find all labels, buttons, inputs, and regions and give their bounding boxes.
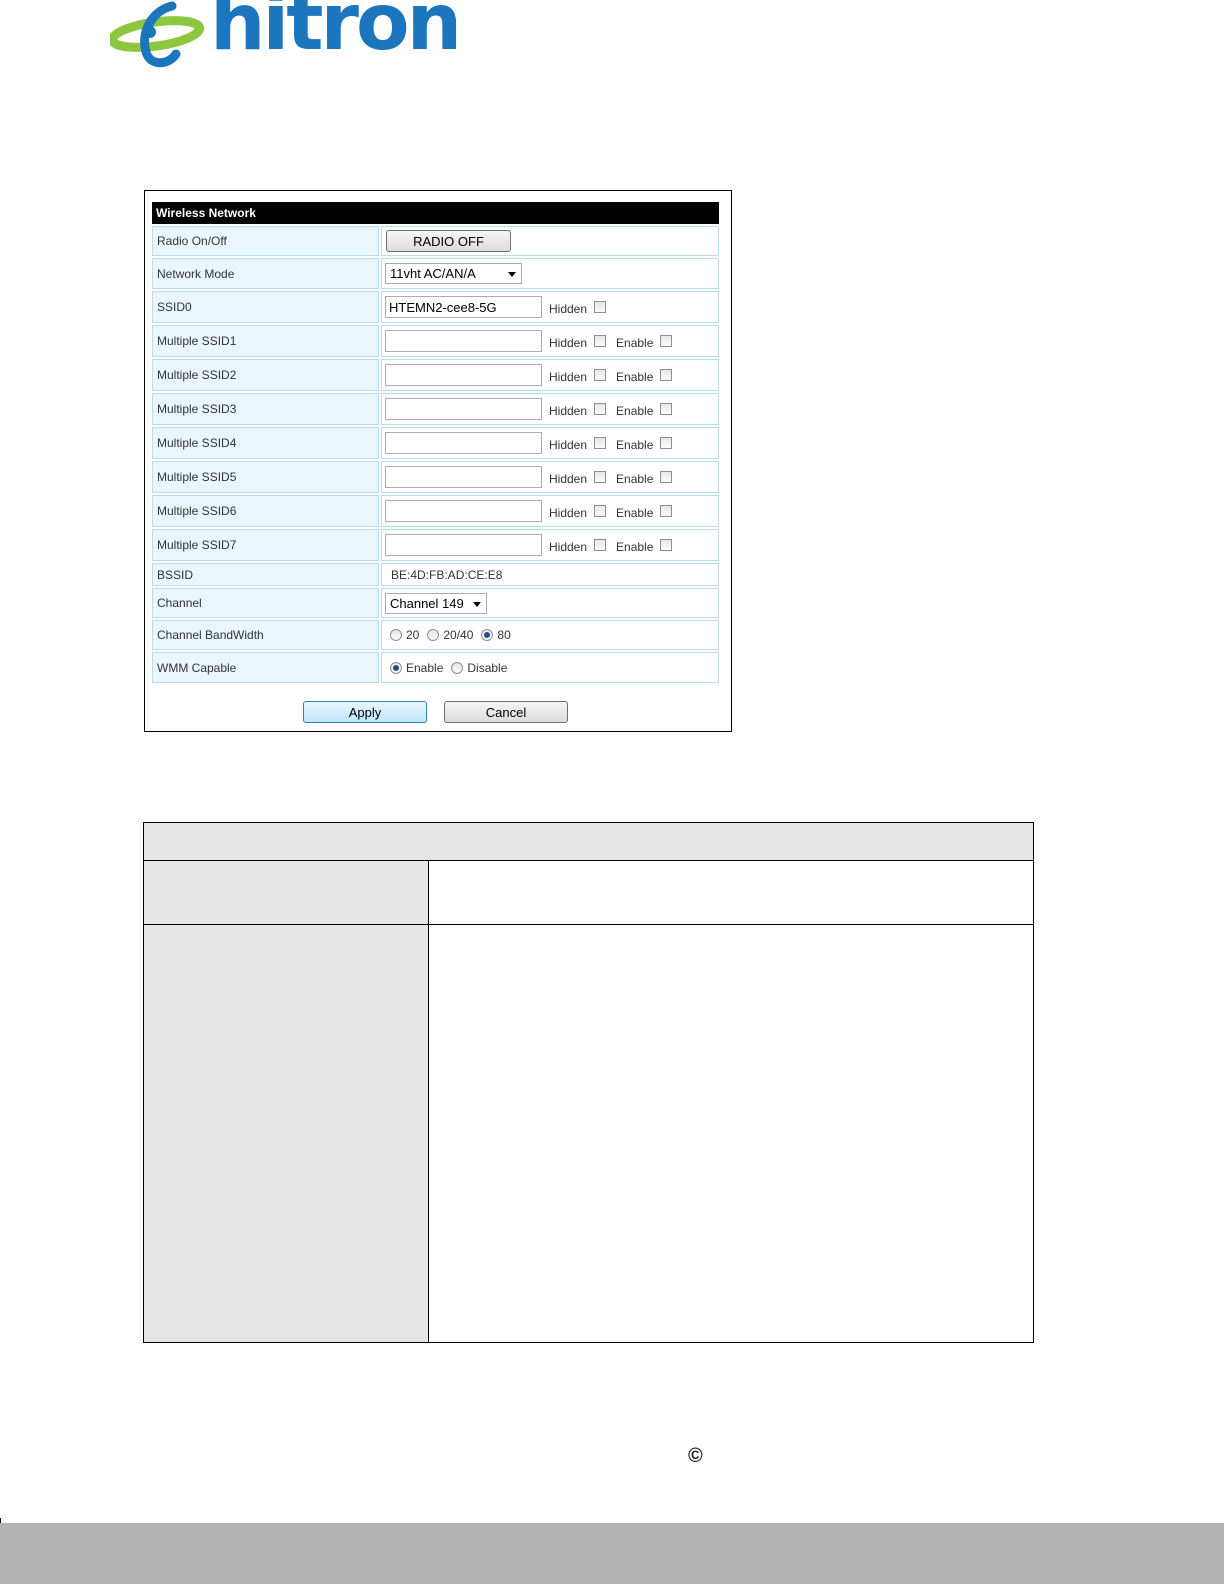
row-multiple-ssid7: Multiple SSID7 Hidden Enable <box>152 529 719 561</box>
channel-value: Channel 149 <box>390 595 464 611</box>
hitron-logo: hitron <box>110 0 462 72</box>
hidden-label: Hidden <box>549 403 588 418</box>
row-label: Multiple SSID7 <box>152 529 379 561</box>
logo-wordmark: hitron <box>210 0 462 68</box>
ssid6-enable-checkbox[interactable] <box>660 505 673 517</box>
ssid3-enable-checkbox[interactable] <box>660 403 673 415</box>
bandwidth-20-label: 20 <box>406 628 420 642</box>
enable-label: Enable <box>616 369 654 384</box>
bandwidth-80-label: 80 <box>497 628 511 642</box>
row-label: Channel BandWidth <box>152 620 379 650</box>
row-radio: Radio On/Off RADIO OFF <box>152 226 719 256</box>
ssid3-hidden-checkbox[interactable] <box>594 403 607 415</box>
bandwidth-2040-label: 20/40 <box>443 628 474 642</box>
ssid2-input[interactable] <box>385 364 542 386</box>
network-mode-value: 11vht AC/AN/A <box>390 266 476 281</box>
ssid4-enable-checkbox[interactable] <box>660 437 673 449</box>
footer-bar <box>0 1523 1224 1584</box>
ssid7-input[interactable] <box>385 534 542 556</box>
row-label: Multiple SSID6 <box>152 495 379 527</box>
bandwidth-20-radio[interactable] <box>390 629 402 641</box>
row-label: Channel <box>152 588 379 618</box>
hidden-label: Hidden <box>549 505 588 520</box>
ssid5-enable-checkbox[interactable] <box>660 471 673 483</box>
ssid0-hidden-checkbox[interactable] <box>594 301 607 313</box>
row-label: Multiple SSID4 <box>152 427 379 459</box>
ssid4-input[interactable] <box>385 432 542 454</box>
ssid4-hidden-checkbox[interactable] <box>594 437 607 449</box>
bandwidth-2040-radio[interactable] <box>427 629 440 641</box>
row-label: BSSID <box>152 563 379 586</box>
row-label: SSID0 <box>152 291 379 323</box>
chevron-down-icon <box>508 272 516 277</box>
wmm-disable-radio[interactable] <box>451 661 464 674</box>
row-network-mode: Network Mode 11vht AC/AN/A <box>152 258 719 289</box>
channel-select[interactable]: Channel 149 <box>385 592 487 614</box>
apply-button[interactable]: Apply <box>303 701 427 723</box>
ssid7-hidden-checkbox[interactable] <box>594 539 607 551</box>
enable-label: Enable <box>616 437 654 452</box>
row-multiple-ssid1: Multiple SSID1 Hidden Enable <box>152 325 719 357</box>
network-mode-select[interactable]: 11vht AC/AN/A <box>385 263 522 284</box>
hidden-label: Hidden <box>549 335 588 350</box>
ssid3-input[interactable] <box>385 398 542 420</box>
ssid2-hidden-checkbox[interactable] <box>594 369 607 381</box>
row-channel-bandwidth: Channel BandWidth 20 20/40 80 <box>152 620 719 650</box>
wireless-network-screenshot: Wireless Network Radio On/Off RADIO OFF … <box>144 190 732 732</box>
ssid6-hidden-checkbox[interactable] <box>594 505 607 517</box>
row-multiple-ssid4: Multiple SSID4 Hidden Enable <box>152 427 719 459</box>
row-label: WMM Capable <box>152 652 379 683</box>
row-label: Network Mode <box>152 258 379 289</box>
wmm-disable-label: Disable <box>467 660 508 675</box>
chevron-down-icon <box>473 601 481 607</box>
bandwidth-80-radio[interactable] <box>481 629 494 641</box>
ssid1-hidden-checkbox[interactable] <box>594 335 607 347</box>
panel-title: Wireless Network <box>152 202 719 224</box>
row-label: Multiple SSID2 <box>152 359 379 391</box>
cancel-button[interactable]: Cancel <box>444 701 568 723</box>
ssid5-hidden-checkbox[interactable] <box>594 471 607 483</box>
wmm-enable-label: Enable <box>406 660 444 675</box>
hidden-label: Hidden <box>549 539 588 554</box>
hidden-label: Hidden <box>549 471 588 486</box>
row-channel: Channel Channel 149 <box>152 588 719 618</box>
enable-label: Enable <box>616 471 654 486</box>
table-label-cell <box>144 925 429 1342</box>
wmm-enable-radio[interactable] <box>390 661 402 674</box>
row-multiple-ssid3: Multiple SSID3 Hidden Enable <box>152 393 719 425</box>
table-label-cell <box>144 861 429 924</box>
ssid1-enable-checkbox[interactable] <box>660 335 673 347</box>
enable-label: Enable <box>616 505 654 520</box>
copyright-symbol: © <box>688 1445 703 1467</box>
table-row <box>144 925 1033 1342</box>
ssid0-input[interactable]: HTEMN2-cee8-5G <box>385 296 542 318</box>
description-table <box>143 822 1034 1343</box>
hidden-label: Hidden <box>549 437 588 452</box>
hidden-label: Hidden <box>549 301 588 316</box>
radio-off-button[interactable]: RADIO OFF <box>386 230 511 252</box>
table-header <box>144 823 1033 861</box>
enable-label: Enable <box>616 403 654 418</box>
row-wmm-capable: WMM Capable Enable Disable <box>152 652 719 683</box>
enable-label: Enable <box>616 539 654 554</box>
row-multiple-ssid6: Multiple SSID6 Hidden Enable <box>152 495 719 527</box>
ssid6-input[interactable] <box>385 500 542 522</box>
row-label: Radio On/Off <box>152 226 379 256</box>
row-label: Multiple SSID5 <box>152 461 379 493</box>
hidden-label: Hidden <box>549 369 588 384</box>
row-multiple-ssid2: Multiple SSID2 Hidden Enable <box>152 359 719 391</box>
logo-swoosh-icon <box>110 1 205 68</box>
row-label: Multiple SSID3 <box>152 393 379 425</box>
ssid5-input[interactable] <box>385 466 542 488</box>
row-bssid: BSSID BE:4D:FB:AD:CE:E8 <box>152 563 719 586</box>
row-multiple-ssid5: Multiple SSID5 Hidden Enable <box>152 461 719 493</box>
ssid7-enable-checkbox[interactable] <box>660 539 673 551</box>
enable-label: Enable <box>616 335 654 350</box>
ssid1-input[interactable] <box>385 330 542 352</box>
table-row <box>144 861 1033 925</box>
bssid-value: BE:4D:FB:AD:CE:E8 <box>391 567 503 582</box>
ssid2-enable-checkbox[interactable] <box>660 369 673 381</box>
row-ssid0: SSID0 HTEMN2-cee8-5G Hidden <box>152 291 719 323</box>
row-label: Multiple SSID1 <box>152 325 379 357</box>
